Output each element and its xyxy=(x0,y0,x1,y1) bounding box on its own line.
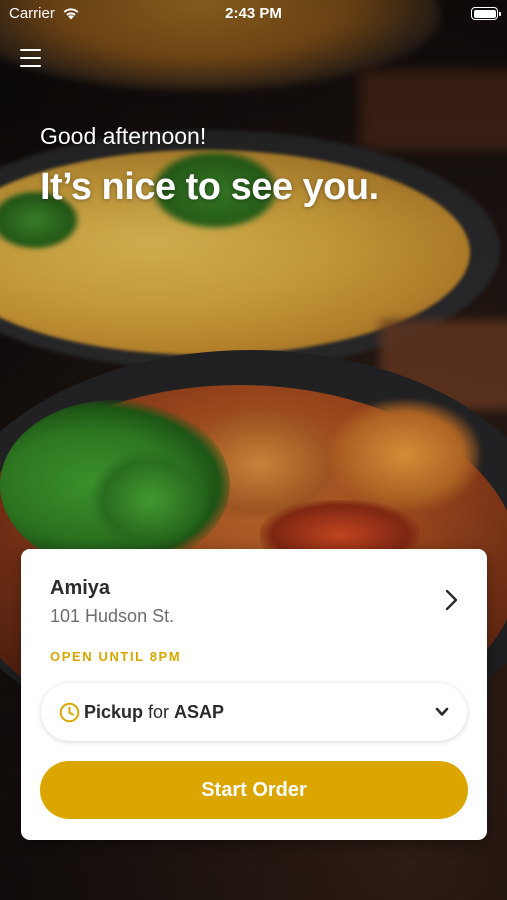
store-name: Amiya xyxy=(50,577,111,599)
order-mode-label: Pickup for ASAP xyxy=(84,702,224,723)
order-mode-type: Pickup xyxy=(84,702,144,722)
order-mode-selector[interactable]: Pickup for ASAP xyxy=(41,683,467,741)
welcome-headline: It’s nice to see you. xyxy=(40,166,379,208)
order-mode-connector: for xyxy=(143,702,175,722)
clock-time: 2:43 PM xyxy=(225,5,282,22)
location-selector[interactable]: Amiya 101 Hudson St. xyxy=(21,549,487,629)
status-bar: Carrier 2:43 PM xyxy=(0,0,507,28)
chevron-down-icon[interactable] xyxy=(435,706,449,718)
chevron-right-icon[interactable] xyxy=(442,589,460,611)
hamburger-menu-icon[interactable] xyxy=(20,49,41,67)
order-mode-time: ASAP xyxy=(174,702,225,722)
start-order-button[interactable]: Start Order xyxy=(40,761,468,819)
battery-icon xyxy=(471,7,501,20)
clock-icon xyxy=(59,702,80,723)
order-card: Amiya 101 Hudson St. OPEN UNTIL 8PM Pick… xyxy=(21,549,487,840)
store-address: 101 Hudson St. xyxy=(50,606,175,626)
greeting-text: Good afternoon! xyxy=(40,123,207,149)
store-hours: OPEN UNTIL 8PM xyxy=(50,649,182,664)
